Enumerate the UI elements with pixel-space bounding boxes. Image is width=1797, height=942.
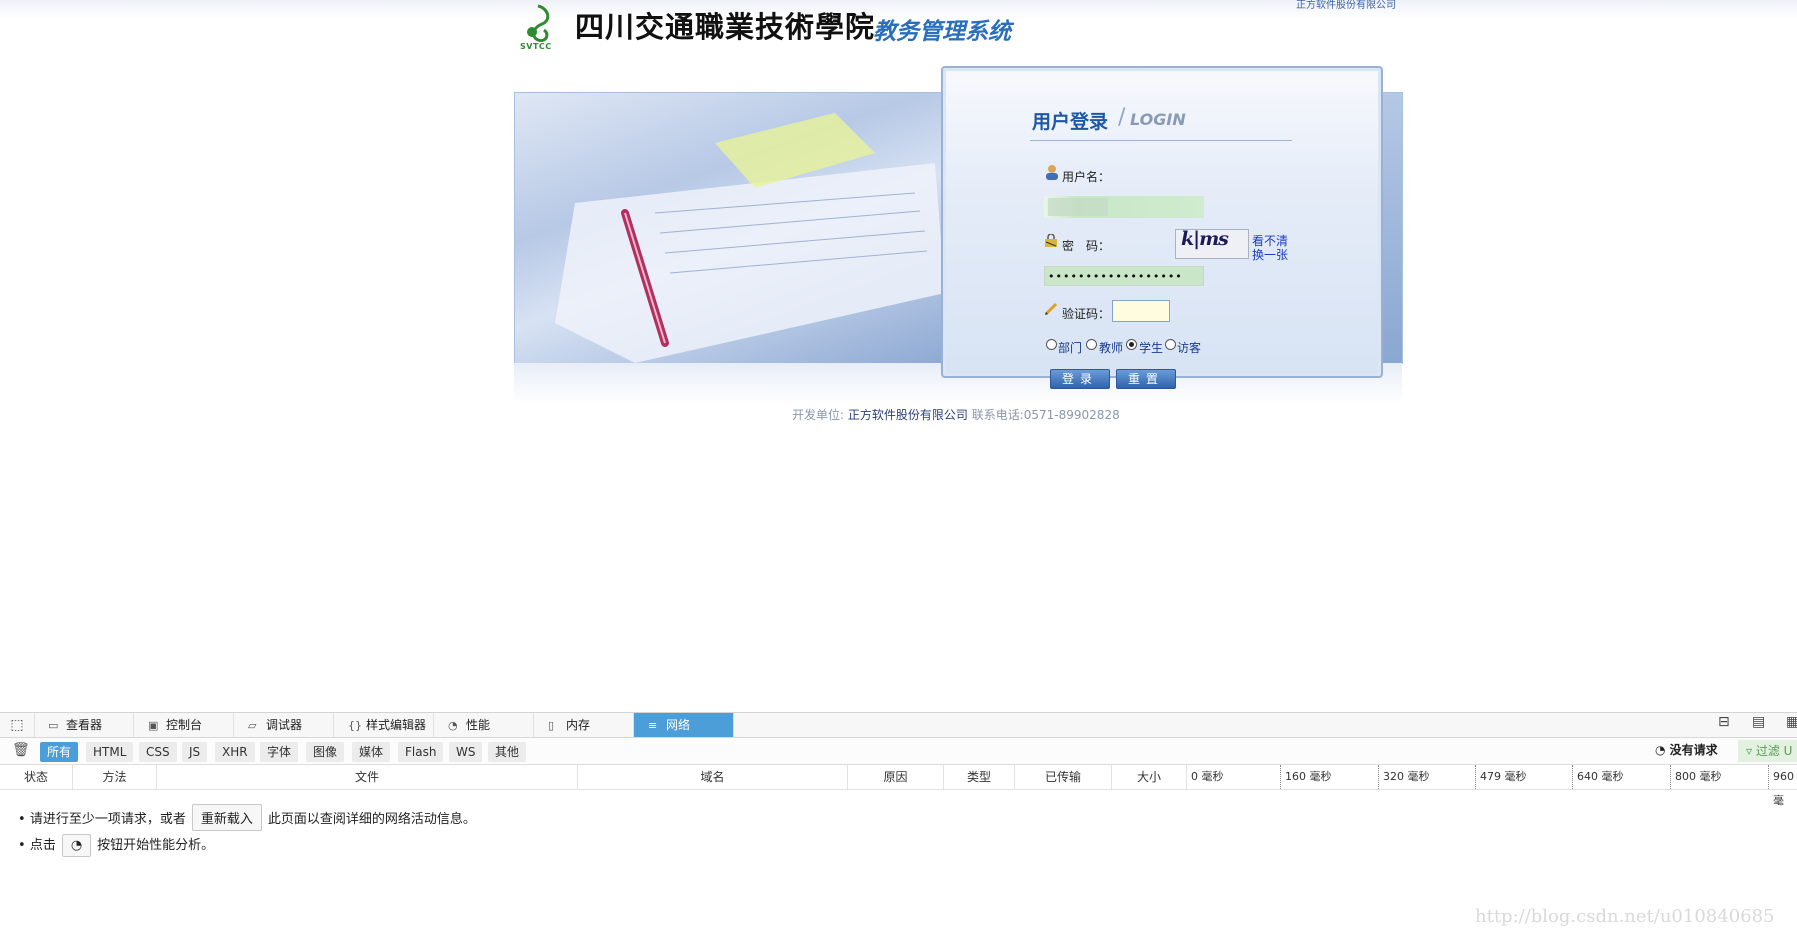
timeline-tick: 160 毫秒 <box>1280 765 1332 789</box>
tab-memory[interactable]: ▯ 内存 <box>534 713 634 737</box>
timeline-tick: 0 毫秒 <box>1191 770 1224 783</box>
refresh-captcha-link-2[interactable]: 换一张 <box>1252 246 1288 263</box>
system-name: 教务管理系统 <box>873 19 1011 45</box>
password-input[interactable]: •••••••••••••••••• <box>1044 266 1204 286</box>
reset-button[interactable]: 重置 <box>1116 369 1176 389</box>
empty-network-message: • 请进行至少一项请求，或者 重新载入 此页面以查阅详细的网络活动信息。 <box>18 804 476 831</box>
footer-dev-label: 开发单位: <box>792 408 845 422</box>
filter-flash[interactable]: Flash <box>398 742 444 762</box>
performance-icon: ◔ <box>448 719 458 732</box>
timeline-tick: 479 毫秒 <box>1475 765 1527 789</box>
col-domain[interactable]: 域名 <box>578 765 848 789</box>
timeline-tick: 960 毫 <box>1768 765 1797 807</box>
title-divider: / <box>1118 105 1126 130</box>
filter-fonts[interactable]: 字体 <box>260 742 299 762</box>
col-transferred[interactable]: 已传输 <box>1015 765 1112 789</box>
console-icon: ▣ <box>148 719 159 732</box>
debugger-icon: ▱ <box>248 719 257 732</box>
footer-info: 开发单位: 正方软件股份有限公司 联系电话:0571-89902828 <box>792 406 1120 423</box>
lock-icon <box>1045 234 1057 247</box>
captcha-input[interactable] <box>1112 300 1170 322</box>
tab-inspector[interactable]: ▭ 查看器 <box>34 713 134 737</box>
banner-photo <box>514 92 948 364</box>
tab-debugger[interactable]: ▱ 调试器 <box>234 713 334 737</box>
user-icon <box>1046 165 1058 180</box>
role-label-department: 部门 <box>1058 341 1083 355</box>
watermark: http://blog.csdn.net/u010840685 <box>1475 906 1775 927</box>
role-radio-department[interactable] <box>1046 339 1057 350</box>
username-blur <box>1048 198 1108 216</box>
role-label-student: 学生 <box>1139 341 1164 355</box>
role-label-teacher: 教师 <box>1099 341 1124 355</box>
username-label: 用户名： <box>1062 170 1111 184</box>
captcha-label: 验证码： <box>1062 307 1111 321</box>
tab-performance[interactable]: ◔ 性能 <box>434 713 534 737</box>
timeline-tick: 800 毫秒 <box>1670 765 1722 789</box>
col-method[interactable]: 方法 <box>73 765 157 789</box>
timeline-tick: 320 毫秒 <box>1378 765 1430 789</box>
tab-console[interactable]: ▣ 控制台 <box>134 713 234 737</box>
filter-all[interactable]: 所有 <box>40 742 79 762</box>
performance-hint-message: • 点击 ◔ 按钮开始性能分析。 <box>18 834 214 857</box>
col-file[interactable]: 文件 <box>157 765 578 789</box>
login-title: 用户登录 <box>1032 111 1109 133</box>
login-button[interactable]: 登录 <box>1050 369 1110 389</box>
element-picker-icon[interactable]: ⬚ <box>0 713 35 737</box>
school-name: 四川交通職業技術學院 <box>575 10 876 44</box>
memory-icon: ▯ <box>548 719 555 732</box>
filter-xhr[interactable]: XHR <box>215 742 255 762</box>
title-rule <box>1030 140 1292 141</box>
clear-trash-icon[interactable]: 🗑 <box>12 742 30 758</box>
filter-css[interactable]: CSS <box>139 742 177 762</box>
login-title-en: LOGIN <box>1130 110 1186 129</box>
timeline-tick: 640 毫秒 <box>1572 765 1624 789</box>
footer-phone: 联系电话:0571-89902828 <box>971 408 1120 422</box>
dock-layout-icon[interactable]: ⊟ <box>1718 714 1730 730</box>
inspector-icon: ▭ <box>48 719 59 732</box>
pen-document-illustration <box>555 113 945 363</box>
tab-style-editor[interactable]: {} 样式编辑器 <box>334 713 434 737</box>
performance-analysis-button[interactable]: ◔ <box>61 834 92 857</box>
footer-dev-company: 正方软件股份有限公司 <box>847 408 968 422</box>
split-console-icon[interactable]: ▤ <box>1752 714 1765 730</box>
settings-icon[interactable]: ▦ <box>1786 714 1797 730</box>
col-size[interactable]: 大小 <box>1112 765 1187 789</box>
performance-icon-small: ◔ <box>1655 743 1666 757</box>
network-icon: ≡ <box>648 719 658 732</box>
captcha-text: k|ms <box>1181 228 1229 250</box>
top-company-text: 正方软件股份有限公司 <box>1296 0 1396 11</box>
filter-html[interactable]: HTML <box>86 742 134 762</box>
role-radio-guest[interactable] <box>1165 339 1176 350</box>
no-requests-label[interactable]: ◔ 没有请求 <box>1655 741 1718 758</box>
filter-images[interactable]: 图像 <box>306 742 345 762</box>
role-label-guest: 访客 <box>1177 341 1202 355</box>
pencil-icon <box>1044 302 1058 316</box>
filter-icon: ▿ <box>1746 744 1753 758</box>
style-editor-icon: {} <box>348 719 362 732</box>
filter-url-input[interactable]: ▿ 过滤 U <box>1738 740 1797 762</box>
col-type[interactable]: 类型 <box>944 765 1015 789</box>
password-label: 密 码： <box>1062 239 1111 253</box>
role-radio-teacher[interactable] <box>1086 339 1097 350</box>
col-status[interactable]: 状态 <box>0 765 73 789</box>
col-cause[interactable]: 原因 <box>848 765 944 789</box>
role-radio-student[interactable] <box>1126 339 1137 350</box>
filter-ws[interactable]: WS <box>449 742 483 762</box>
reload-button[interactable]: 重新载入 <box>191 804 262 831</box>
filter-js[interactable]: JS <box>182 742 208 762</box>
filter-media[interactable]: 媒体 <box>352 742 391 762</box>
logo-text: SVTCC <box>520 42 552 51</box>
filter-other[interactable]: 其他 <box>488 742 527 762</box>
tab-network[interactable]: ≡ 网络 <box>634 713 734 737</box>
